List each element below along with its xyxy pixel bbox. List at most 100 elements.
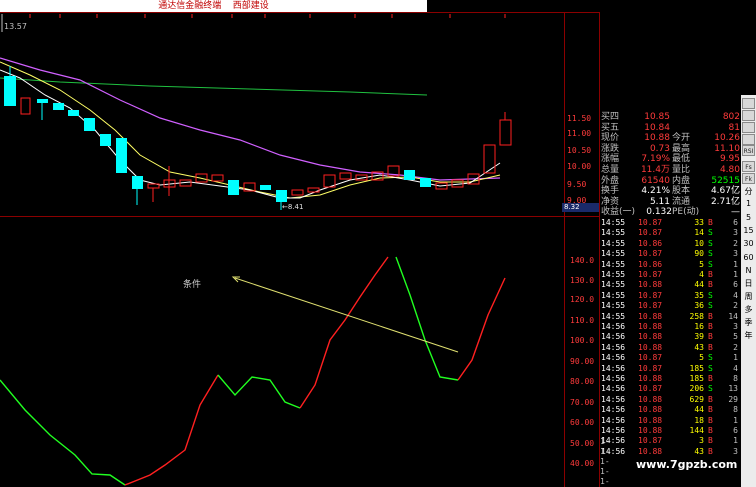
quote-row: 净资 5.11 流通 2.71亿	[600, 197, 740, 208]
tick-volume: 33	[694, 218, 704, 227]
tick-count: 1	[733, 270, 738, 279]
tick-list[interactable]: 14:55 10.87 33 B 6 14:55 10.87 14 S 3 14:55 10.86 10…	[600, 218, 740, 456]
period-季[interactable]: 季	[741, 318, 756, 328]
candle-down	[84, 118, 95, 131]
toolbar-button-fs[interactable]: Fs	[742, 161, 755, 172]
period-年[interactable]: 年	[741, 331, 756, 341]
osc-line-green	[0, 379, 126, 486]
osc-tick: 70.00	[570, 398, 594, 407]
period-N[interactable]: N	[741, 266, 756, 276]
quote-label: 流通	[672, 196, 691, 207]
tick-side: B	[708, 311, 713, 321]
quote-value: 9.95	[719, 154, 740, 165]
table-row: 14:55 10.86 10 S 2	[600, 239, 740, 249]
quote-label: 买五	[601, 122, 620, 133]
period-60[interactable]: 60	[741, 253, 756, 263]
tick-side: B	[708, 322, 713, 331]
price-tick: 11.00	[567, 129, 591, 138]
table-row: 14:56 10.88 18 B 1	[600, 416, 740, 426]
candlesticks	[4, 66, 512, 210]
candle-up	[483, 144, 496, 174]
tick-time: 14:55	[601, 238, 626, 248]
price-tick: 9.50	[567, 180, 586, 189]
tick-time: 14:55	[601, 259, 626, 269]
right-toolbar: RSI Fs Fk 分 1 5 15 30 60 N 日周多季年	[741, 95, 756, 487]
period-30[interactable]: 30	[741, 239, 756, 249]
kline-chart[interactable]: 11.50 11.00 10.50 10.00 9.50 9.00 140.0 …	[0, 0, 600, 487]
quote-label: 净资	[601, 196, 620, 207]
quote-value: 802	[722, 112, 740, 122]
table-row: 14:55 10.86 5 S 1	[600, 260, 740, 270]
tick-time: 14:56	[601, 384, 626, 394]
tick-count: 3	[733, 446, 738, 456]
quote-label: 今开	[672, 133, 691, 144]
table-row: 14:56 10.88 144 B 6	[600, 426, 740, 436]
tick-time: 14:55	[601, 301, 626, 311]
period-15[interactable]: 15	[741, 226, 756, 236]
quote-value: 4.21%	[641, 186, 670, 197]
tick-side: B	[708, 405, 713, 415]
toolbar-button-fk[interactable]: Fk	[742, 173, 755, 184]
candle-down	[228, 180, 239, 195]
tick-count: 2	[733, 238, 738, 248]
tick-price: 10.88	[638, 446, 663, 456]
tick-count: 1	[733, 415, 738, 425]
osc-tick: 80.00	[570, 377, 594, 386]
toolbar-button[interactable]	[742, 98, 755, 109]
period-周[interactable]: 周	[741, 292, 756, 302]
candle-up	[339, 172, 352, 180]
tick-time: 14:56	[601, 374, 626, 383]
quote-row: 现价 10.88 今开 10.26	[600, 133, 740, 144]
tick-price: 10.87	[638, 363, 663, 373]
tick-price: 10.88	[638, 415, 663, 425]
tick-time: 14:56	[601, 405, 626, 415]
quote-label: 最高	[672, 143, 691, 154]
osc-line-green	[395, 256, 459, 381]
table-row: 14:56 10.87 3 B 1	[600, 436, 740, 446]
tick-side: S	[708, 301, 713, 311]
tick-count: 1	[733, 353, 738, 363]
quote-row: 涨幅 7.19% 最低 9.95	[600, 154, 740, 165]
period-1[interactable]: 1	[741, 199, 756, 209]
quote-value: 52515	[711, 175, 740, 186]
tick-time: 14:55	[601, 218, 626, 227]
tick-volume: 18	[694, 415, 704, 425]
tick-price: 10.88	[638, 332, 663, 342]
period-5[interactable]: 5	[741, 213, 756, 223]
period-日[interactable]: 日	[741, 279, 756, 289]
tick-side: B	[708, 446, 713, 456]
quote-label: 现价	[601, 133, 620, 144]
tick-time: 14:56	[601, 322, 626, 331]
tick-volume: 90	[694, 249, 704, 259]
candle-down	[260, 185, 271, 190]
tick-price: 10.88	[638, 426, 663, 435]
tick-time-fragment: 1-	[600, 457, 610, 466]
osc-tick: 50.00	[570, 439, 594, 448]
candle-down	[276, 190, 287, 202]
quote-value: 81	[728, 122, 740, 133]
tick-count: 6	[733, 218, 738, 227]
quote-value: 10.85	[644, 112, 670, 122]
candle-down	[4, 76, 16, 106]
tick-volume: 629	[689, 394, 704, 404]
tick-side: S	[708, 363, 713, 373]
period-多[interactable]: 多	[741, 305, 756, 315]
toolbar-button[interactable]	[742, 134, 755, 145]
period-分[interactable]: 分	[741, 187, 756, 197]
tick-side: B	[708, 218, 713, 227]
quote-row: 买五 10.84 81	[600, 123, 740, 134]
ma20-line	[0, 57, 501, 181]
quote-value: 2.71亿	[710, 196, 740, 207]
table-row: 14:55 10.88 258 B 14	[600, 312, 740, 322]
toolbar-button[interactable]	[742, 110, 755, 121]
tick-volume: 258	[689, 311, 704, 321]
quote-value: 5.11	[649, 196, 670, 207]
table-row: 14:56 10.88 44 B 8	[600, 405, 740, 415]
tick-time: 14:55	[601, 249, 626, 259]
price-tick: 10.50	[567, 146, 591, 155]
toolbar-button-rsi[interactable]: RSI	[742, 145, 755, 156]
price-tick: 11.50	[567, 114, 591, 123]
toolbar-button[interactable]	[742, 122, 755, 133]
table-row: 14:55 10.87 4 B 1	[600, 270, 740, 280]
tick-volume: 4	[699, 270, 704, 279]
